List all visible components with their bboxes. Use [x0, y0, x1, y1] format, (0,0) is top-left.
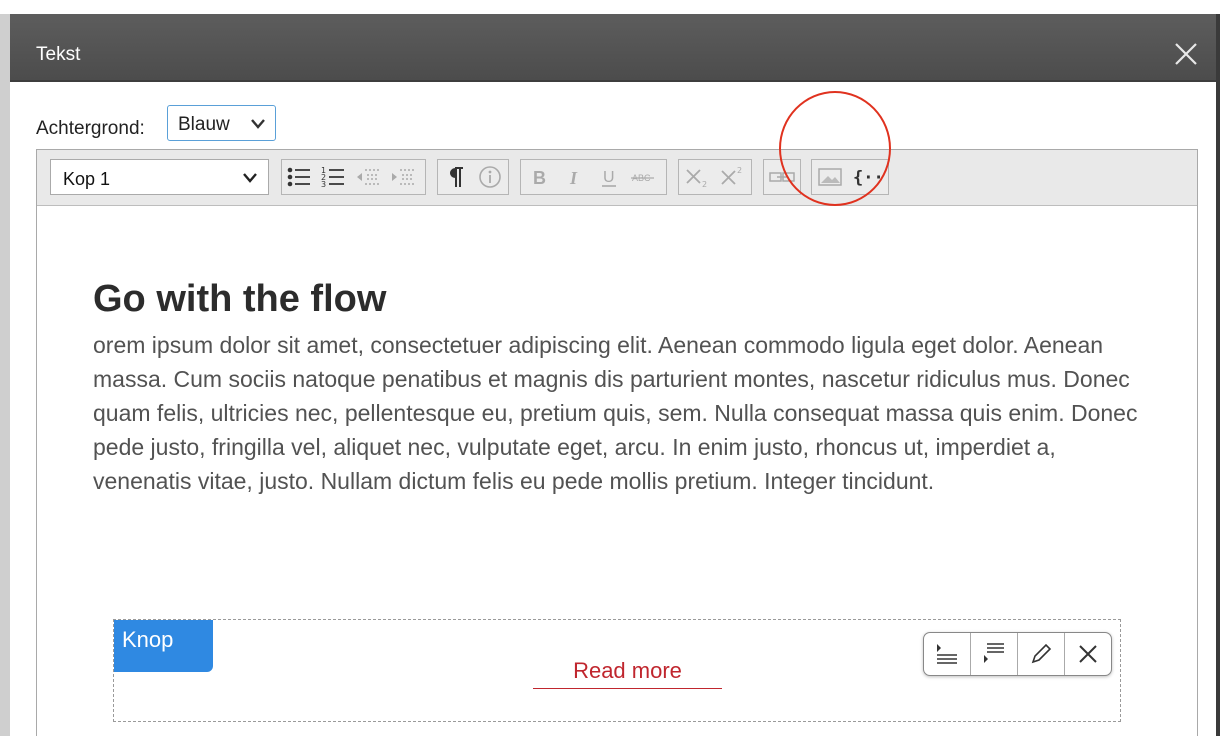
indent-icon[interactable]: [389, 162, 417, 192]
superscript-icon[interactable]: 2: [718, 162, 746, 192]
svg-text:I: I: [569, 168, 578, 188]
content-paragraph[interactable]: orem ipsum dolor sit amet, consectetuer …: [93, 328, 1138, 498]
paragraph-group: [437, 159, 509, 195]
close-icon[interactable]: [1172, 40, 1200, 68]
info-icon[interactable]: [476, 162, 504, 192]
read-more-link[interactable]: Read more: [533, 658, 722, 689]
button-block-tag: Knop: [114, 620, 213, 672]
svg-text:U: U: [603, 169, 615, 186]
variable-icon[interactable]: {··}: [850, 162, 885, 192]
backdrop-right: [1216, 14, 1220, 736]
bold-icon[interactable]: B: [525, 162, 553, 192]
background-select-value: Blauw: [178, 114, 230, 135]
text-dialog: Tekst Achtergrond: Blauw Kop 1 123 B I U…: [10, 14, 1216, 736]
svg-text:2: 2: [737, 166, 742, 175]
image-icon[interactable]: [816, 162, 844, 192]
pencil-icon[interactable]: [1018, 633, 1065, 675]
media-group: {··}: [811, 159, 889, 195]
close-icon[interactable]: [1065, 633, 1112, 675]
script-group: 2 2: [678, 159, 752, 195]
button-block[interactable]: Knop Read more: [113, 619, 1121, 722]
subscript-icon[interactable]: 2: [683, 162, 711, 192]
format-select[interactable]: Kop 1: [50, 159, 269, 195]
format-select-value: Kop 1: [63, 169, 111, 189]
backdrop-left: [0, 14, 10, 736]
dialog-title: Tekst: [36, 44, 81, 65]
editor-toolbar: Kop 1 123 B I U ABC 2 2 {··: [37, 150, 1197, 206]
numbered-list-icon[interactable]: 123: [319, 162, 347, 192]
background-label: Achtergrond:: [36, 118, 145, 139]
svg-text:B: B: [533, 168, 546, 188]
rich-text-editor: Kop 1 123 B I U ABC 2 2 {·· Go with the …: [36, 149, 1198, 736]
paragraph-icon[interactable]: [442, 162, 470, 192]
chevron-down-icon: [243, 173, 257, 183]
background-select[interactable]: Blauw: [167, 105, 276, 141]
content-heading[interactable]: Go with the flow: [93, 278, 386, 321]
backdrop-top: [0, 0, 1220, 14]
svg-text:2: 2: [702, 180, 707, 189]
outdent-icon[interactable]: [354, 162, 382, 192]
underline-icon[interactable]: U: [595, 162, 623, 192]
svg-text:{··}: {··}: [853, 168, 885, 188]
align-left-icon[interactable]: [924, 633, 971, 675]
button-block-toolbar: [923, 632, 1112, 676]
italic-icon[interactable]: I: [560, 162, 588, 192]
link-icon[interactable]: [767, 162, 795, 192]
svg-text:3: 3: [321, 180, 326, 189]
bulleted-list-icon[interactable]: [285, 162, 313, 192]
chevron-down-icon: [251, 119, 265, 129]
list-group: 123: [281, 159, 426, 195]
link-group: [763, 159, 801, 195]
text-style-group: B I U ABC: [520, 159, 667, 195]
strikethrough-icon[interactable]: ABC: [629, 162, 657, 192]
align-right-icon[interactable]: [971, 633, 1018, 675]
dialog-titlebar: Tekst: [10, 14, 1216, 82]
